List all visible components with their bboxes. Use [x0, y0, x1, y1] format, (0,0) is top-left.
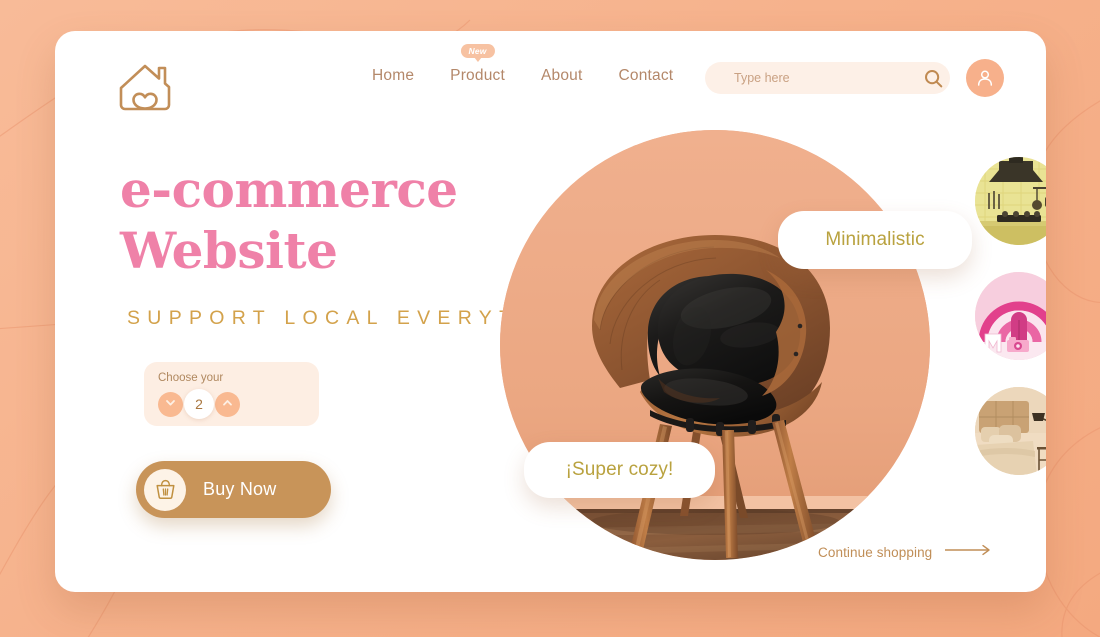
main-card: Home New Product About Contact Type here…	[55, 31, 1046, 592]
quantity-value: 2	[184, 389, 214, 419]
nav-label: Home	[372, 67, 415, 84]
chevron-up-icon	[221, 396, 234, 412]
buy-now-label: Buy Now	[203, 479, 277, 499]
quantity-decrement-button[interactable]	[158, 391, 183, 417]
chevron-down-icon	[164, 396, 177, 412]
house-heart-logo-icon[interactable]	[115, 58, 175, 116]
continue-shopping-link[interactable]: Continue shopping	[818, 543, 993, 561]
quantity-label: Choose your	[158, 372, 224, 384]
badge-minimalistic: Minimalistic	[778, 211, 972, 269]
page-backdrop: Home New Product About Contact Type here…	[0, 0, 1100, 637]
buy-now-button[interactable]: Buy Now	[136, 461, 331, 518]
continue-shopping-label: Continue shopping	[818, 544, 933, 560]
nav-item-home[interactable]: Home	[372, 67, 414, 85]
page-title-line-1: e-commerce	[120, 160, 458, 219]
quantity-stepper[interactable]: Choose your 2	[144, 362, 319, 426]
thumbnail-list	[975, 157, 1046, 475]
kids-room-thumbnail[interactable]	[975, 272, 1046, 360]
shopping-basket-icon	[144, 468, 186, 511]
bedroom-thumbnail[interactable]	[975, 387, 1046, 475]
quantity-controls[interactable]: 2	[158, 389, 305, 419]
long-arrow-right-icon	[945, 543, 993, 561]
kitchen-thumbnail[interactable]	[975, 157, 1046, 245]
product-showcase: Minimalistic ¡Super cozy!	[485, 31, 1046, 592]
badge-super-cozy: ¡Super cozy!	[524, 442, 715, 498]
quantity-increment-button[interactable]	[215, 391, 240, 417]
